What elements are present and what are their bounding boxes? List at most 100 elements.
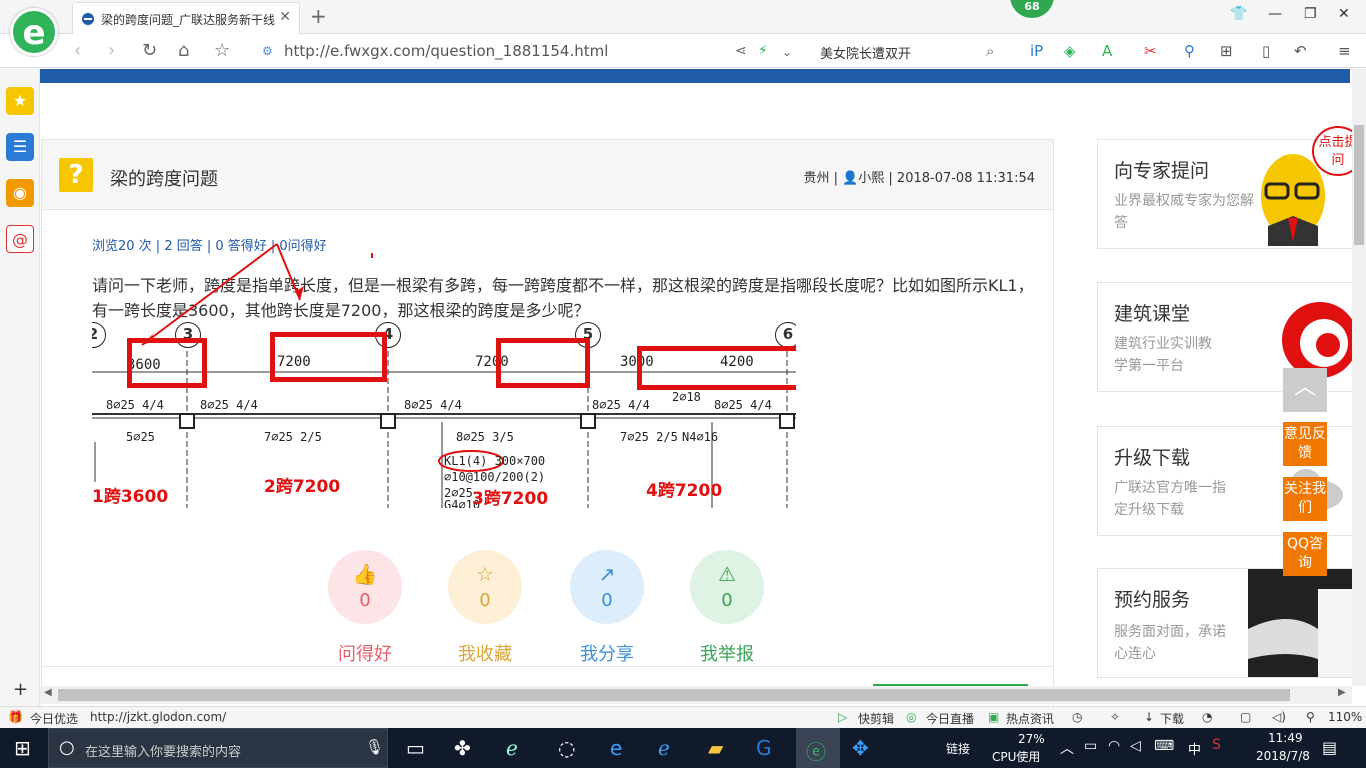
fan-app-icon[interactable]: ✤: [454, 736, 471, 760]
notification-badge[interactable]: 68: [1010, 0, 1054, 18]
volume-icon[interactable]: ◁: [1130, 738, 1141, 754]
reader-icon[interactable]: ☰: [6, 133, 34, 161]
zoom-level[interactable]: 110%: [1328, 710, 1362, 724]
task-view-icon[interactable]: ▭: [406, 736, 425, 760]
forward-icon[interactable]: ›: [108, 40, 115, 61]
keyboard-icon[interactable]: ⌨: [1154, 738, 1174, 754]
history-icon[interactable]: ◔: [1202, 710, 1212, 724]
search-icon[interactable]: ⌕: [986, 42, 994, 60]
share-icon[interactable]: ⋖: [735, 43, 747, 59]
browser-e-icon[interactable]: ℯ: [506, 736, 518, 760]
folder-icon[interactable]: ▰: [708, 736, 723, 760]
move-app-icon[interactable]: ✥: [852, 736, 869, 760]
tools-icon[interactable]: ✧: [1110, 710, 1120, 724]
scroll-left-icon[interactable]: ◀: [44, 687, 52, 698]
sound-icon[interactable]: ◁): [1272, 710, 1286, 724]
browser-tab[interactable]: 梁的跨度问题_广联达服务新干线 ✕: [72, 2, 300, 34]
plugin-icon[interactable]: iP: [1030, 42, 1043, 60]
wifi-icon[interactable]: ◠: [1108, 738, 1120, 754]
home-icon[interactable]: ⌂: [178, 40, 189, 61]
chevron-up-icon[interactable]: ︿: [1060, 738, 1074, 758]
ime-indicator[interactable]: 中: [1188, 739, 1201, 758]
tab-close-icon[interactable]: ✕: [279, 9, 291, 25]
horizontal-scrollbar[interactable]: ◀ ▶: [40, 686, 1352, 704]
download-icon: ↓: [1144, 710, 1155, 724]
card-title: 升级下载: [1114, 447, 1191, 469]
video-icon: ▷: [838, 710, 848, 724]
favorites-icon[interactable]: ★: [6, 87, 34, 115]
phone-icon[interactable]: ▯: [1262, 42, 1270, 60]
scroll-right-icon[interactable]: ▶: [1338, 687, 1346, 698]
favorite-button[interactable]: ☆ 0: [448, 550, 522, 624]
sogou-icon[interactable]: S: [1212, 737, 1221, 753]
chevron-down-icon[interactable]: ⌄: [782, 45, 792, 59]
notification-icon[interactable]: ▤: [1322, 738, 1337, 757]
scroll-thumb[interactable]: [58, 689, 1290, 701]
zoom-icon: ⚲: [1306, 710, 1315, 724]
window-icon[interactable]: ▢: [1240, 710, 1251, 724]
share-label[interactable]: 我分享: [557, 640, 657, 666]
share-count: 0: [601, 590, 613, 611]
translate-icon[interactable]: A: [1102, 42, 1112, 60]
share-button[interactable]: ↗ 0: [570, 550, 644, 624]
question-panel: ? 梁的跨度问题 贵州 | 👤小熙 | 2018-07-08 11:31:54 …: [41, 139, 1054, 709]
scroll-thumb[interactable]: [1354, 125, 1364, 245]
lightning-icon[interactable]: ⚡: [758, 43, 768, 59]
add-icon[interactable]: +: [13, 679, 28, 700]
speed-icon[interactable]: ◷: [1072, 710, 1082, 724]
status-item[interactable]: 快剪辑: [858, 710, 894, 727]
swirl-app-icon[interactable]: ◌: [558, 736, 575, 760]
status-item[interactable]: 热点资讯: [1006, 710, 1054, 727]
mail-icon[interactable]: @: [6, 225, 34, 253]
magnifier-icon[interactable]: ⚲: [1184, 42, 1195, 60]
shield-icon[interactable]: ◈: [1064, 42, 1076, 60]
cortana-icon: ○: [59, 737, 75, 758]
status-item[interactable]: 今日直播: [926, 710, 974, 727]
scissors-icon[interactable]: ✂: [1144, 42, 1157, 60]
g-app-icon[interactable]: G: [756, 736, 772, 760]
clock-time[interactable]: 11:49: [1268, 731, 1303, 745]
undo-icon[interactable]: ↶: [1294, 42, 1307, 60]
status-item[interactable]: 下载: [1160, 710, 1184, 727]
card-desc: 广联达官方唯一指定升级下载: [1114, 480, 1226, 518]
favorite-label[interactable]: 我收藏: [435, 640, 535, 666]
vertical-scrollbar[interactable]: [1352, 69, 1366, 686]
ie-icon[interactable]: ℯ: [658, 736, 670, 760]
refresh-icon[interactable]: ↻: [142, 40, 157, 61]
report-label[interactable]: 我举报: [677, 640, 777, 666]
new-tab-icon[interactable]: +: [310, 4, 327, 28]
star-icon[interactable]: ☆: [214, 40, 230, 61]
like-button[interactable]: 👍 0: [328, 550, 402, 624]
share-icon: ↗: [598, 562, 616, 586]
qq-button[interactable]: QQ咨询: [1283, 532, 1327, 576]
battery-icon[interactable]: ▭: [1084, 738, 1097, 754]
shirt-icon[interactable]: 👕: [1230, 6, 1247, 22]
clock-date[interactable]: 2018/7/8: [1256, 749, 1310, 763]
browser-logo[interactable]: e: [10, 8, 58, 56]
back-icon[interactable]: ‹: [74, 40, 81, 61]
like-label[interactable]: 问得好: [315, 640, 415, 666]
taskbar-search[interactable]: ○ 在这里输入你要搜索的内容 🎙: [48, 728, 388, 768]
link-label[interactable]: 链接: [946, 740, 970, 757]
handshake-image: [1248, 569, 1352, 677]
back-to-top-icon[interactable]: ︿: [1283, 368, 1327, 412]
search-input[interactable]: 美女院长遭双开: [820, 43, 911, 62]
cpu-label: CPU使用: [992, 750, 1041, 764]
report-button[interactable]: ⚠ 0: [690, 550, 764, 624]
url-input[interactable]: http://e.fwxgx.com/question_1881154.html: [284, 42, 608, 60]
close-window-icon[interactable]: ✕: [1338, 6, 1350, 22]
follow-button[interactable]: 关注我们: [1283, 477, 1327, 521]
feedback-button[interactable]: 意见反馈: [1283, 422, 1327, 466]
secure-icon: ⚙: [262, 44, 273, 58]
card-desc: 业界最权威专家为您解答: [1114, 193, 1254, 231]
restore-icon[interactable]: ❐: [1304, 6, 1317, 22]
active-browser-icon[interactable]: ⓔ: [806, 736, 826, 765]
minimize-icon[interactable]: —: [1268, 6, 1282, 22]
apps-icon[interactable]: ⊞: [1220, 42, 1233, 60]
windows-start-icon[interactable]: ⊞: [14, 736, 31, 760]
service-card[interactable]: 预约服务 服务面对面，承诺心连心: [1097, 568, 1353, 678]
menu-icon[interactable]: ≡: [1338, 42, 1351, 60]
weibo-icon[interactable]: ◉: [6, 179, 34, 207]
edge-icon[interactable]: e: [610, 736, 622, 760]
today-picks-link[interactable]: 今日优选: [30, 710, 78, 727]
